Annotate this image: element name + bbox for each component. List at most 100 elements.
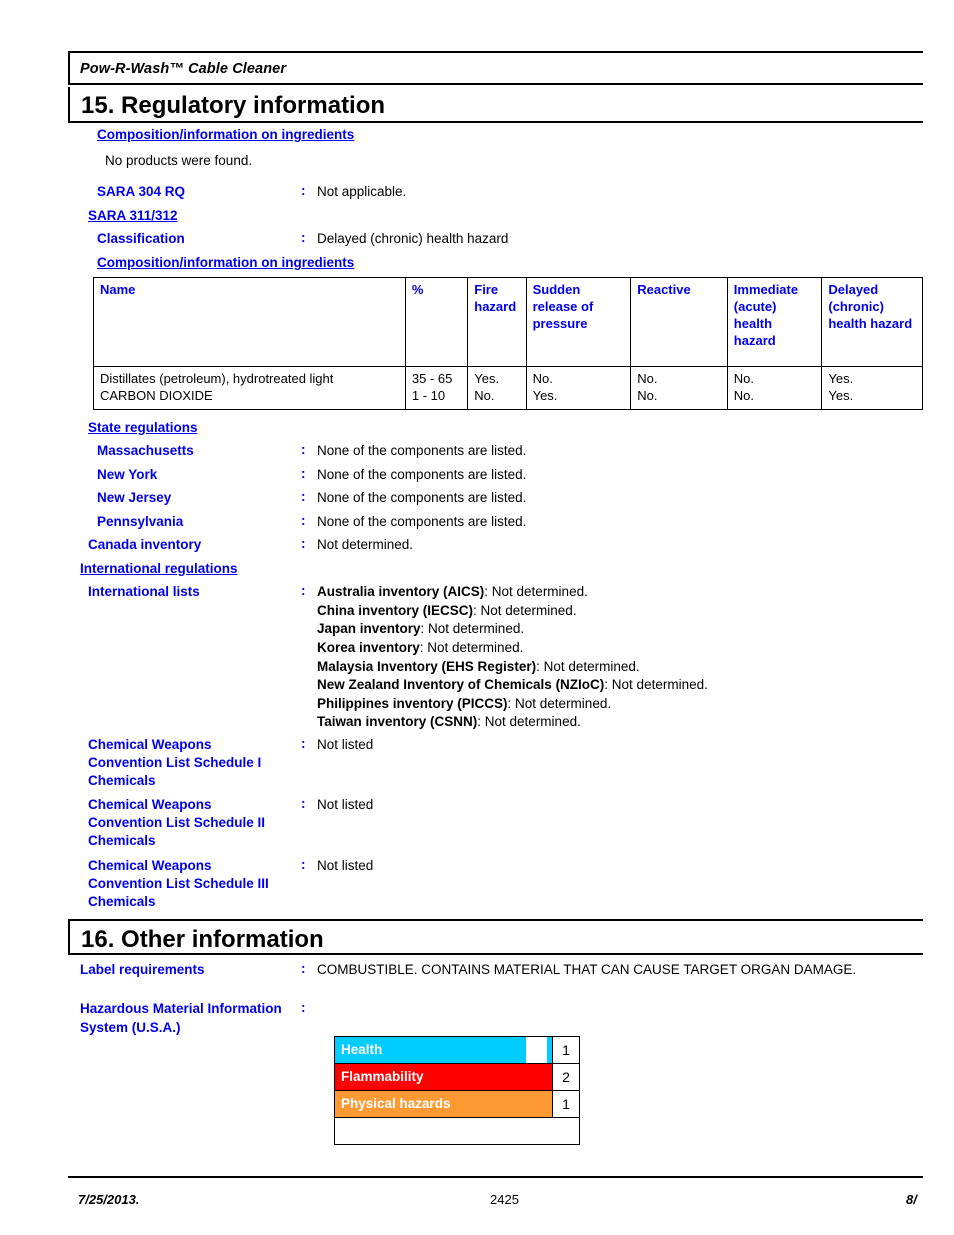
cell-delayed-1: Yes.: [821, 387, 923, 410]
list-item: Korea inventory: Not determined.: [317, 639, 708, 658]
cell-reactive-0: No.: [630, 365, 728, 388]
cell-delayed-0: Yes.: [821, 365, 923, 388]
table-header-sudden-release: Sudden release of pressure: [525, 277, 632, 367]
list-item: Malaysia Inventory (EHS Register): Not d…: [317, 658, 708, 677]
table-header-fire-hazard: Fire hazard: [467, 277, 527, 367]
cwc-schedule-1-colon: :: [301, 736, 306, 751]
intl-name-1: China inventory (IECSC): [317, 602, 474, 618]
composition-info-heading-2[interactable]: Composition/information on ingredients: [97, 254, 354, 272]
new-jersey-value: None of the components are listed.: [317, 490, 527, 505]
cell-immediate-1: No.: [726, 387, 823, 410]
hmis-physical-label: Physical hazards: [341, 1096, 451, 1111]
intl-value-0: : Not determined.: [484, 584, 588, 599]
list-item: New Zealand Inventory of Chemicals (NZIo…: [317, 676, 708, 695]
intl-value-2: : Not determined.: [420, 621, 525, 637]
section-15-heading-box: 15. Regulatory information: [68, 87, 923, 123]
canada-inventory-label: Canada inventory: [88, 537, 202, 552]
label-requirements-value: COMBUSTIBLE. CONTAINS MATERIAL THAT CAN …: [317, 962, 857, 977]
intl-name-0: Australia inventory (AICS): [317, 584, 485, 599]
table-header-immediate-health: Immediate (acute) health hazard: [726, 277, 823, 367]
cell-name-1: CARBON DIOXIDE: [93, 387, 406, 410]
state-regulations-heading[interactable]: State regulations: [88, 419, 198, 437]
cwc-schedule-3-colon: :: [301, 857, 306, 872]
canada-inventory-colon: :: [301, 536, 306, 551]
new-york-value: None of the components are listed.: [317, 467, 527, 482]
hmis-empty-cell: [334, 1117, 580, 1145]
section-15-title: 15. Regulatory information: [81, 92, 386, 119]
international-lists-label: International lists: [88, 584, 200, 599]
hmis-physical-bar-cell: Physical hazards: [334, 1090, 553, 1118]
international-lists-colon: :: [301, 583, 306, 598]
massachusetts-value: None of the components are listed.: [317, 443, 527, 458]
pennsylvania-value: None of the components are listed.: [317, 514, 527, 529]
label-requirements-label: Label requirements: [80, 962, 205, 977]
hmis-row-health: Health 1: [334, 1036, 580, 1064]
intl-name-2: Japan inventory: [317, 621, 421, 637]
new-jersey-colon: :: [301, 489, 306, 504]
cell-percent-0: 35 - 65: [404, 365, 469, 388]
pennsylvania-colon: :: [301, 513, 306, 528]
table-header-reactive: Reactive: [630, 277, 728, 367]
intl-name-7: Taiwan inventory (CSNN): [317, 714, 478, 730]
intl-value-1: : Not determined.: [473, 602, 577, 618]
cwc-schedule-1-label: Chemical Weapons Convention List Schedul…: [88, 737, 262, 789]
hmis-health-bar-cell: Health: [334, 1036, 553, 1064]
sara-304-colon: :: [301, 183, 306, 198]
intl-value-6: : Not determined.: [507, 695, 612, 711]
composition-info-heading-1[interactable]: Composition/information on ingredients: [97, 126, 354, 144]
cell-immediate-0: No.: [726, 365, 823, 388]
classification-value: Delayed (chronic) health hazard: [317, 231, 509, 246]
massachusetts-colon: :: [301, 442, 306, 457]
intl-name-6: Philippines inventory (PICCS): [317, 695, 508, 711]
hmis-health-label: Health: [341, 1042, 383, 1057]
international-regulations-heading[interactable]: International regulations: [80, 560, 238, 578]
section-16-heading-box: 16. Other information: [68, 919, 923, 955]
cwc-schedule-2-label: Chemical Weapons Convention List Schedul…: [88, 797, 266, 849]
list-item: Philippines inventory (PICCS): Not deter…: [317, 695, 708, 714]
new-jersey-label: New Jersey: [97, 490, 172, 505]
hmis-colon: :: [301, 1000, 306, 1015]
hmis-label: Hazardous Material Information System (U…: [80, 1001, 282, 1035]
footer-reference-number: 2425: [490, 1192, 519, 1207]
hmis-flammability-rating: 2: [552, 1063, 580, 1091]
table-header-delayed-health: Delayed (chronic) health hazard: [821, 277, 923, 367]
table-header-percent: %: [404, 277, 469, 367]
canada-inventory-value: Not determined.: [317, 537, 414, 552]
cell-fire-1: No.: [467, 387, 527, 410]
hmis-empty-row: [334, 1117, 580, 1145]
cell-sudden-1: Yes.: [525, 387, 632, 410]
footer-date: 7/25/2013.: [78, 1192, 140, 1207]
cell-reactive-1: No.: [630, 387, 728, 410]
sara-304-rq-value: Not applicable.: [317, 184, 407, 199]
international-lists-block: Australia inventory (AICS): Not determin…: [317, 583, 708, 732]
sara-311-312-table: Name % Fire hazard Sudden release of pre…: [93, 277, 923, 410]
product-title-box: Pow-R-Wash™ Cable Cleaner: [68, 51, 923, 85]
list-item: Japan inventory: Not determined.: [317, 620, 708, 639]
intl-name-3: Korea inventory: [317, 639, 420, 655]
footer-page-number: 8/: [906, 1192, 917, 1207]
no-products-found-text: No products were found.: [105, 153, 253, 168]
section-16-title: 16. Other information: [81, 926, 324, 953]
intl-value-4: : Not determined.: [536, 658, 640, 674]
cwc-schedule-3-label: Chemical Weapons Convention List Schedul…: [88, 858, 269, 910]
cwc-schedule-2-colon: :: [301, 796, 306, 811]
classification-colon: :: [301, 230, 306, 245]
list-item: Australia inventory (AICS): Not determin…: [317, 583, 708, 602]
pennsylvania-label: Pennsylvania: [97, 514, 184, 529]
massachusetts-label: Massachusetts: [97, 443, 194, 458]
new-york-colon: :: [301, 466, 306, 481]
list-item: China inventory (IECSC): Not determined.: [317, 602, 708, 621]
cwc-schedule-3-value: Not listed: [317, 858, 374, 873]
cwc-schedule-1-value: Not listed: [317, 737, 374, 752]
intl-value-7: : Not determined.: [477, 714, 581, 730]
cell-percent-1: 1 - 10: [404, 387, 469, 410]
cell-sudden-0: No.: [525, 365, 632, 388]
intl-value-3: : Not determined.: [419, 639, 524, 655]
list-item: Taiwan inventory (CSNN): Not determined.: [317, 713, 708, 732]
label-requirements-colon: :: [301, 961, 306, 976]
table-header-name: Name: [93, 277, 406, 367]
sara-311-312-heading[interactable]: SARA 311/312: [88, 207, 178, 225]
hmis-physical-rating: 1: [552, 1090, 580, 1118]
table-row: CARBON DIOXIDE 1 - 10 No. Yes. No. No. Y…: [93, 387, 923, 410]
footer-divider: [68, 1176, 923, 1178]
